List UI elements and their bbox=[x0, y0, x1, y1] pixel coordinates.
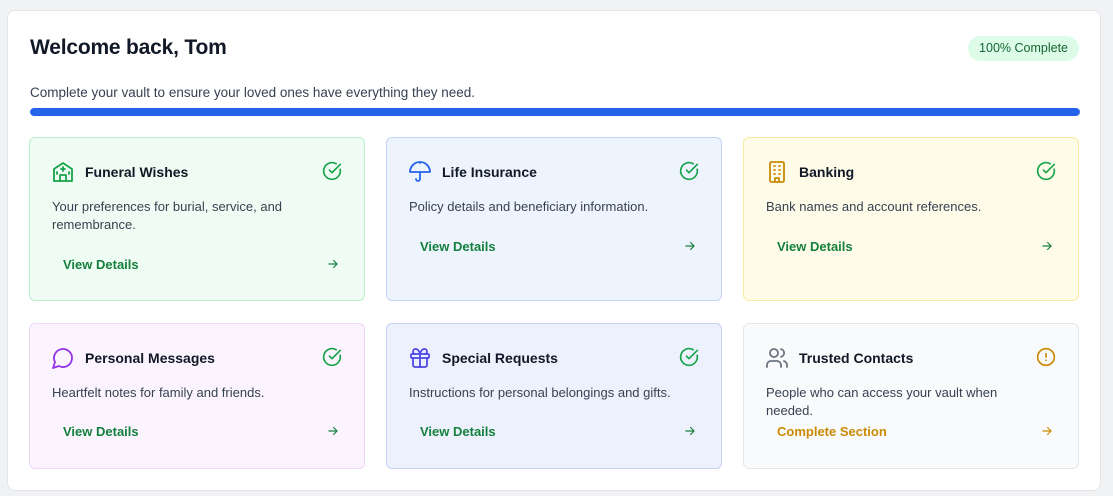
card-funeral-wishes: Funeral Wishes Your preferences for buri… bbox=[29, 137, 365, 301]
check-circle-icon bbox=[1036, 161, 1056, 181]
card-title: Trusted Contacts bbox=[799, 350, 914, 366]
view-details-button[interactable]: View Details bbox=[409, 234, 697, 258]
card-title: Life Insurance bbox=[442, 164, 537, 180]
alert-circle-icon bbox=[1036, 347, 1056, 367]
action-label: View Details bbox=[63, 256, 139, 272]
action-label: View Details bbox=[63, 423, 139, 439]
card-title: Funeral Wishes bbox=[85, 164, 189, 180]
umbrella-icon bbox=[409, 161, 431, 182]
action-label: Complete Section bbox=[777, 423, 887, 439]
vault-panel: Welcome back, Tom 100% Complete Complete… bbox=[7, 10, 1101, 491]
card-title: Personal Messages bbox=[85, 350, 215, 366]
arrow-right-icon bbox=[1042, 241, 1052, 251]
arrow-right-icon bbox=[685, 241, 695, 251]
action-label: View Details bbox=[777, 238, 853, 254]
card-description: Policy details and beneficiary informati… bbox=[409, 199, 649, 214]
view-details-button[interactable]: View Details bbox=[52, 252, 340, 276]
action-label: View Details bbox=[420, 238, 496, 254]
card-special-requests: Special Requests Instructions for person… bbox=[386, 323, 722, 469]
building-icon bbox=[53, 162, 73, 182]
view-details-button[interactable]: View Details bbox=[52, 419, 340, 443]
view-details-button[interactable]: View Details bbox=[409, 419, 697, 443]
check-circle-icon bbox=[322, 161, 342, 181]
arrow-right-icon bbox=[328, 259, 338, 269]
completion-badge: 100% Complete bbox=[968, 36, 1079, 61]
view-details-button[interactable]: View Details bbox=[766, 234, 1054, 258]
card-title: Banking bbox=[799, 164, 855, 180]
page-subtitle: Complete your vault to ensure your loved… bbox=[30, 85, 476, 100]
complete-section-button[interactable]: Complete Section bbox=[766, 419, 1054, 443]
card-description: Bank names and account references. bbox=[766, 199, 982, 214]
arrow-right-icon bbox=[685, 426, 695, 436]
action-label: View Details bbox=[420, 423, 496, 439]
arrow-right-icon bbox=[1042, 426, 1052, 436]
check-circle-icon bbox=[679, 347, 699, 367]
card-title: Special Requests bbox=[442, 350, 558, 366]
users-icon bbox=[766, 348, 788, 368]
bank-building-icon bbox=[769, 161, 785, 183]
message-circle-icon bbox=[52, 348, 73, 369]
gift-icon bbox=[410, 348, 430, 368]
arrow-right-icon bbox=[328, 426, 338, 436]
card-description: Instructions for personal belongings and… bbox=[409, 385, 671, 400]
card-life-insurance: Life Insurance Policy details and benefi… bbox=[386, 137, 722, 301]
card-banking: Banking Bank names and account reference… bbox=[743, 137, 1079, 301]
card-trusted-contacts: Trusted Contacts People who can access y… bbox=[743, 323, 1079, 469]
page-title: Welcome back, Tom bbox=[30, 36, 227, 59]
progress-bar-fill bbox=[30, 108, 1080, 116]
card-description: Heartfelt notes for family and friends. bbox=[52, 385, 265, 400]
check-circle-icon bbox=[322, 347, 342, 367]
check-circle-icon bbox=[679, 161, 699, 181]
card-personal-messages: Personal Messages Heartfelt notes for fa… bbox=[29, 323, 365, 469]
card-description: People who can access your vault when ne… bbox=[766, 385, 998, 418]
card-description: Your preferences for burial, service, an… bbox=[52, 199, 283, 232]
progress-bar bbox=[30, 108, 1080, 116]
